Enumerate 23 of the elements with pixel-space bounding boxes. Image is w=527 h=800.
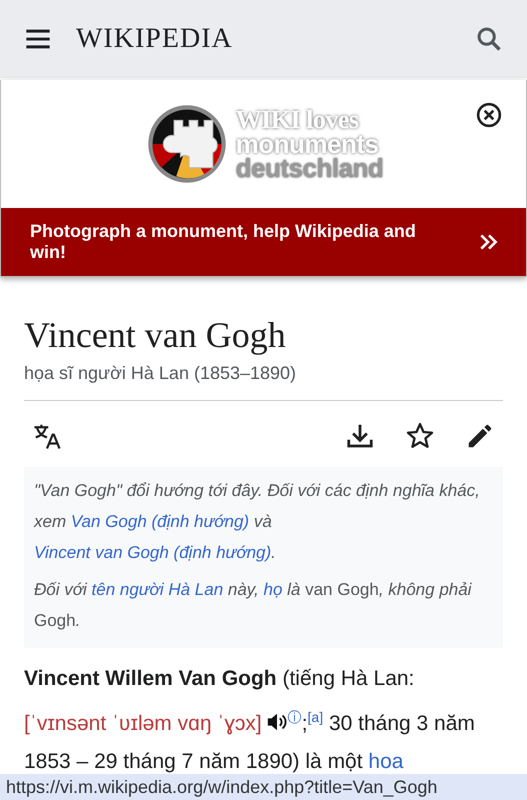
article-description: họa sĩ người Hà Lan (1853–1890) [24,363,503,401]
article-link[interactable]: hoa [368,750,404,773]
hatnote-link[interactable]: tên người Hà Lan [92,580,224,599]
link-url-status: https://vi.m.wikipedia.org/w/index.php?title=Van_Gogh [0,774,527,800]
article-title: Vincent van Gogh [24,314,287,357]
hatnote: "Van Gogh" đổi hướng tới đây. Đối với các định nghĩa khác, xem Van Gogh (định hướng) và Vincent van Gogh (định hướng). [34,480,481,564]
campaign-link[interactable]: Photograph a monument, help Wikipedia and win! [1,208,526,276]
wikipedia-wordmark[interactable]: WIKIPEDIA [76,23,233,55]
logo-text: WIKI loves [236,108,360,132]
info-link[interactable]: ⓘ [288,709,302,725]
hatnote-link[interactable]: họ [263,580,282,599]
hatnote-link[interactable]: Vincent van Gogh (định hướng) [34,543,272,562]
ipa-link[interactable]: [ˈvɪnsənt ˈʋɪləm vɑŋ ˈɣɔx] [24,712,262,735]
logo-text: deutschland [236,156,384,180]
speaker-icon[interactable] [266,711,288,733]
reference-link[interactable]: [a] [308,709,324,725]
campaign-message: Photograph a monument, help Wikipedia and win! [30,221,417,263]
hatnote: Đối với tên người Hà Lan này, họ là van Gogh, không phải Gogh. [34,579,473,632]
star-icon[interactable] [405,421,435,451]
search-icon[interactable] [475,25,503,53]
close-icon[interactable] [476,102,502,128]
hatnote-link[interactable]: Van Gogh (định hướng) [70,512,250,531]
logo-text: monuments [236,132,380,156]
